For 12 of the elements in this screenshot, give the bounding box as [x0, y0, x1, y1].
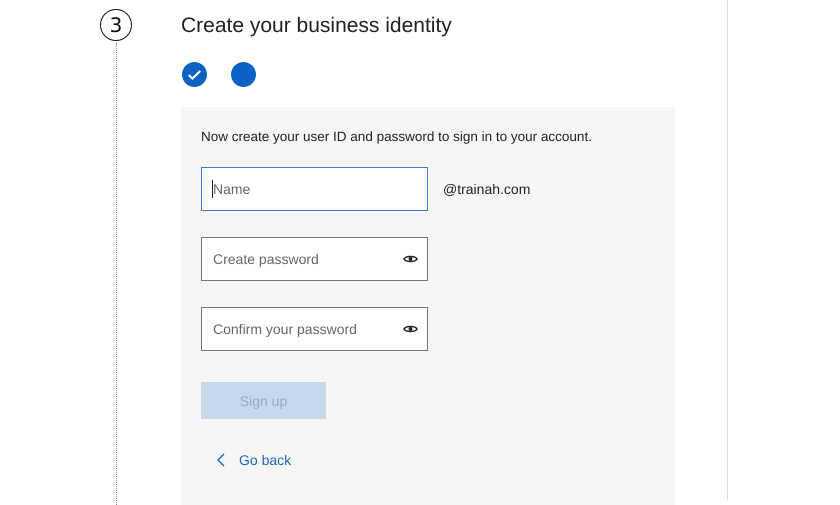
step-title: Create your business identity [181, 14, 453, 39]
eye-icon[interactable] [403, 324, 418, 334]
input-field[interactable]: Confirm your password [201, 307, 428, 351]
input-field[interactable]: Name [201, 167, 428, 211]
text-cursor [212, 180, 213, 198]
eye-icon[interactable] [403, 254, 418, 264]
instruction-text: Now create your user ID and password to sign in to your account. [201, 129, 592, 146]
step-number: 3 [100, 9, 132, 41]
input-field[interactable]: Create password [201, 237, 428, 281]
domain-suffix: @trainah.com [443, 181, 530, 197]
chevron-left-icon[interactable] [217, 453, 225, 467]
go-back-link[interactable]: Go back [217, 452, 292, 468]
